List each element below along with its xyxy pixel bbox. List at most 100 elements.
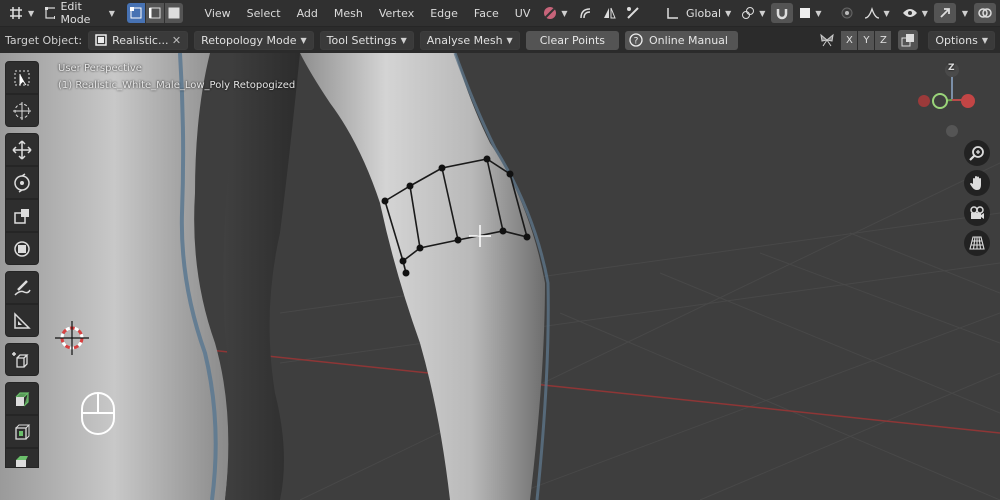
gizmo-toggle[interactable] bbox=[933, 3, 956, 23]
tool-settings-bar: Target Object: Realistic... ✕ Retopology… bbox=[0, 27, 1000, 53]
camera-icon bbox=[970, 206, 984, 219]
analyse-mesh-label: Analyse Mesh bbox=[426, 33, 503, 47]
measure-button[interactable] bbox=[622, 3, 644, 23]
mode-label: Edit Mode bbox=[60, 0, 91, 26]
falloff-curve-icon bbox=[864, 6, 879, 19]
gizmo-dropdown[interactable]: ▼ bbox=[958, 3, 972, 23]
camera-view-button[interactable] bbox=[964, 200, 990, 226]
bevel-tool[interactable] bbox=[5, 448, 39, 468]
snap-toggle[interactable] bbox=[771, 3, 794, 23]
face-select-icon bbox=[168, 7, 180, 19]
mirror-button[interactable] bbox=[598, 3, 620, 23]
menu-select[interactable]: Select bbox=[240, 3, 288, 23]
tool-settings-dropdown[interactable]: Tool Settings ▼ bbox=[319, 30, 414, 50]
annotate-tool[interactable] bbox=[5, 271, 39, 304]
target-object-label: Target Object: bbox=[5, 33, 83, 47]
retopology-mode-label: Retopology Mode bbox=[201, 33, 297, 47]
zoom-button[interactable] bbox=[964, 140, 990, 166]
menu-face[interactable]: Face bbox=[467, 3, 506, 23]
transform-icon bbox=[14, 240, 30, 257]
vertex-select-button[interactable] bbox=[126, 3, 145, 23]
inset-tool[interactable] bbox=[5, 415, 39, 448]
viewport-perspective-label: User Perspective bbox=[58, 63, 142, 74]
header-bar: ▼ Edit Mode ▼ View Select Add Mesh Verte… bbox=[0, 0, 1000, 27]
menu-view[interactable]: View bbox=[198, 3, 238, 23]
annotate-pen-icon bbox=[14, 279, 31, 296]
falloff-dropdown[interactable]: ▼ bbox=[860, 3, 894, 23]
overlays-toggle[interactable] bbox=[974, 3, 996, 23]
select-mode-group bbox=[126, 3, 184, 23]
add-cube-tool[interactable] bbox=[5, 343, 39, 376]
auto-merge-button[interactable] bbox=[898, 30, 919, 50]
xray-curve-button[interactable] bbox=[574, 3, 596, 23]
menu-vertex[interactable]: Vertex bbox=[372, 3, 421, 23]
cursor-tool[interactable] bbox=[5, 94, 39, 127]
face-select-button[interactable] bbox=[164, 3, 183, 23]
menu-edge[interactable]: Edge bbox=[423, 3, 465, 23]
orientation-label: Global bbox=[685, 6, 722, 20]
transform-orientation-dropdown[interactable]: Global ▼ bbox=[662, 3, 735, 23]
clear-points-button[interactable]: Clear Points bbox=[525, 30, 620, 50]
butterfly-mirror-icon[interactable] bbox=[819, 32, 835, 48]
pivot-point-dropdown[interactable]: ▼ bbox=[737, 3, 769, 23]
transform-tool[interactable] bbox=[5, 232, 39, 265]
square-icon bbox=[800, 8, 811, 18]
axis-icon bbox=[667, 8, 678, 19]
viewport-object-label: (1) Realistic_White_Male_Low_Poly Retopo… bbox=[58, 80, 296, 91]
move-tool[interactable] bbox=[5, 133, 39, 166]
left-toolbar bbox=[5, 61, 41, 468]
svg-text:?: ? bbox=[634, 37, 639, 47]
snap-target-dropdown[interactable]: ▼ bbox=[795, 3, 825, 23]
mirror-z-button[interactable]: Z bbox=[875, 30, 892, 50]
menu-mesh[interactable]: Mesh bbox=[327, 3, 370, 23]
gizmo-arrow-icon bbox=[940, 8, 950, 18]
viewport-navigation bbox=[964, 140, 990, 260]
tool-settings-label: Tool Settings bbox=[326, 33, 397, 47]
editor-type-icon bbox=[10, 7, 22, 19]
overlay-mode-button[interactable]: ▼ bbox=[539, 3, 571, 23]
ruler-icon bbox=[14, 311, 31, 329]
extrude-icon bbox=[15, 391, 30, 406]
target-object-field[interactable]: Realistic... ✕ bbox=[88, 30, 189, 50]
rotate-tool[interactable] bbox=[5, 166, 39, 199]
mirror-x-button[interactable]: X bbox=[841, 30, 858, 50]
clear-target-icon[interactable]: ✕ bbox=[172, 34, 181, 47]
curve-icon bbox=[579, 8, 590, 19]
vertex-select-icon bbox=[129, 7, 142, 19]
select-box-tool[interactable] bbox=[5, 61, 39, 94]
pan-button[interactable] bbox=[964, 170, 990, 196]
measure-tool[interactable] bbox=[5, 304, 39, 337]
edge-select-button[interactable] bbox=[145, 3, 164, 23]
magnet-icon bbox=[777, 9, 788, 20]
menu-uv[interactable]: UV bbox=[508, 3, 538, 23]
rotate-icon bbox=[14, 172, 30, 193]
target-object-value: Realistic... bbox=[112, 33, 169, 47]
question-icon: ? bbox=[629, 33, 643, 47]
extrude-tool[interactable] bbox=[5, 382, 39, 415]
sphere-icon bbox=[544, 7, 557, 19]
viewport-scene bbox=[0, 53, 1000, 500]
cursor-icon bbox=[13, 101, 31, 120]
online-manual-button[interactable]: ? Online Manual bbox=[625, 30, 738, 50]
mirror-y-button[interactable]: Y bbox=[858, 30, 875, 50]
editor-type-button[interactable]: ▼ bbox=[4, 3, 38, 23]
menu-add[interactable]: Add bbox=[290, 3, 325, 23]
perspective-toggle-button[interactable] bbox=[964, 230, 990, 256]
link-icon bbox=[742, 7, 755, 19]
edit-mode-icon bbox=[45, 7, 56, 19]
options-dropdown[interactable]: Options ▼ bbox=[928, 30, 995, 50]
scale-tool[interactable] bbox=[5, 199, 39, 232]
options-label: Options bbox=[935, 33, 978, 47]
eye-icon bbox=[902, 9, 917, 17]
add-cube-icon bbox=[12, 351, 29, 368]
proportional-edit-toggle[interactable] bbox=[836, 3, 858, 23]
mode-selector[interactable]: Edit Mode ▼ bbox=[40, 0, 119, 26]
gizmo-z-label[interactable]: Z bbox=[948, 63, 955, 73]
inset-icon bbox=[15, 424, 31, 440]
overlays-icon bbox=[978, 8, 992, 18]
pen-icon bbox=[626, 7, 639, 19]
visibility-dropdown[interactable]: ▼ bbox=[898, 3, 932, 23]
3d-viewport[interactable]: Z User Perspective (1) Realistic_White_M… bbox=[0, 53, 1000, 500]
retopology-mode-dropdown[interactable]: Retopology Mode ▼ bbox=[194, 30, 314, 50]
analyse-mesh-dropdown[interactable]: Analyse Mesh ▼ bbox=[419, 30, 520, 50]
